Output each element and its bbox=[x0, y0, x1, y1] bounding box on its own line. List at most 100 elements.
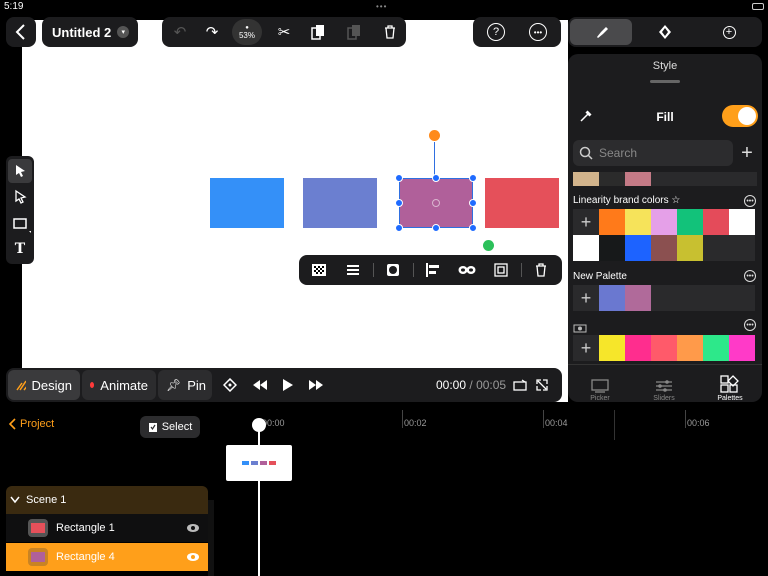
resize-handle-b[interactable] bbox=[432, 224, 440, 232]
design-mode-button[interactable]: Design bbox=[8, 370, 80, 400]
resize-handle-tr[interactable] bbox=[469, 174, 477, 182]
resize-handle-t[interactable] bbox=[432, 174, 440, 182]
layer-row[interactable]: Rectangle 1 bbox=[6, 514, 208, 542]
ff-glyph bbox=[309, 380, 323, 390]
palette-more-icon[interactable]: ••• bbox=[744, 319, 756, 331]
color-swatch[interactable] bbox=[625, 209, 651, 235]
color-swatch[interactable] bbox=[677, 235, 703, 261]
zoom-indicator[interactable]: ● 53% bbox=[232, 19, 262, 45]
tab-palettes[interactable]: Palettes bbox=[698, 368, 762, 402]
eye-icon[interactable] bbox=[186, 523, 200, 533]
rect-shape-3[interactable] bbox=[485, 178, 559, 228]
fast-forward-icon[interactable] bbox=[304, 370, 328, 400]
rewind-icon[interactable] bbox=[248, 370, 272, 400]
rect-shape-2[interactable] bbox=[303, 178, 377, 228]
recent-swatch[interactable] bbox=[625, 172, 651, 186]
color-swatch[interactable] bbox=[625, 235, 651, 261]
tool-rectangle[interactable] bbox=[8, 211, 32, 235]
tool-direct-select[interactable] bbox=[8, 185, 32, 209]
undo-icon[interactable]: ↶ bbox=[166, 17, 194, 47]
trash-icon[interactable] bbox=[376, 17, 404, 47]
align-lines-icon[interactable] bbox=[339, 255, 367, 285]
resize-handle-tl[interactable] bbox=[395, 174, 403, 182]
animate-label: Animate bbox=[100, 377, 148, 393]
text-icon[interactable]: T bbox=[8, 237, 32, 261]
scissors-icon[interactable]: ✂ bbox=[270, 17, 298, 47]
color-swatch[interactable] bbox=[573, 235, 599, 261]
resize-handle-br[interactable] bbox=[469, 224, 477, 232]
delete-shape-icon[interactable] bbox=[527, 255, 555, 285]
mask-glasses-icon[interactable] bbox=[453, 255, 481, 285]
ellipsis-icon[interactable]: ••• bbox=[529, 23, 547, 41]
recent-swatch[interactable] bbox=[599, 172, 625, 186]
color-swatch[interactable] bbox=[599, 335, 625, 361]
multitask-dots[interactable]: ••• bbox=[376, 2, 387, 11]
palette-more-icon[interactable]: ••• bbox=[744, 195, 756, 207]
pin-button[interactable]: 📌︎ Pin bbox=[158, 370, 212, 400]
resize-handle-r[interactable] bbox=[469, 199, 477, 207]
tab-add[interactable]: + bbox=[698, 19, 760, 45]
resize-handle-l[interactable] bbox=[395, 199, 403, 207]
mask-icon[interactable] bbox=[379, 255, 407, 285]
tab-sliders[interactable]: Sliders bbox=[632, 368, 696, 402]
color-swatch[interactable] bbox=[651, 235, 677, 261]
drag-grabber[interactable] bbox=[650, 80, 680, 83]
color-swatch[interactable] bbox=[703, 209, 729, 235]
color-swatch[interactable] bbox=[625, 335, 651, 361]
select-button[interactable]: Select bbox=[140, 416, 200, 438]
color-swatch[interactable] bbox=[677, 209, 703, 235]
add-color-icon[interactable]: + bbox=[736, 140, 758, 166]
design-pen-icon bbox=[16, 380, 26, 391]
tab-animation[interactable] bbox=[634, 19, 696, 45]
paste-icon[interactable] bbox=[340, 17, 368, 47]
keyframe-diamond-icon[interactable] bbox=[218, 370, 242, 400]
canvas[interactable] bbox=[22, 20, 568, 402]
fullscreen-icon[interactable] bbox=[532, 370, 552, 400]
tab-style[interactable] bbox=[570, 19, 632, 45]
color-swatch[interactable] bbox=[729, 209, 755, 235]
color-swatch[interactable] bbox=[625, 285, 651, 311]
align-left-icon[interactable] bbox=[419, 255, 447, 285]
color-swatch[interactable] bbox=[599, 235, 625, 261]
palette-search-field[interactable]: Search bbox=[573, 140, 733, 166]
rotate-handle[interactable] bbox=[429, 130, 440, 141]
time-ruler[interactable]: 00:00 00:02 00:04 00:06 bbox=[214, 410, 768, 440]
app-root: 5:19 ••• Untitled 2 ▾ ↶ ↷ ● 53% ✂ ? ••• … bbox=[0, 0, 768, 576]
redo-icon[interactable]: ↷ bbox=[198, 17, 226, 47]
rect-shape-1[interactable] bbox=[210, 178, 284, 228]
back-button[interactable] bbox=[6, 17, 36, 47]
style-panel: Style Fill Search + Linearity brand colo… bbox=[568, 54, 762, 402]
fill-toggle[interactable] bbox=[722, 105, 758, 127]
tab-picker[interactable]: Picker bbox=[568, 368, 632, 402]
play-icon[interactable] bbox=[276, 370, 300, 400]
color-swatch[interactable] bbox=[703, 335, 729, 361]
crop-icon[interactable] bbox=[487, 255, 515, 285]
color-swatch[interactable] bbox=[677, 335, 703, 361]
tool-select[interactable] bbox=[8, 159, 32, 183]
project-back-button[interactable]: Project bbox=[8, 418, 54, 430]
question-icon[interactable]: ? bbox=[487, 23, 505, 41]
color-swatch[interactable] bbox=[651, 209, 677, 235]
palette-more-icon[interactable]: ••• bbox=[744, 270, 756, 282]
scene-thumbnail[interactable] bbox=[226, 445, 292, 481]
palette-add-color[interactable]: + bbox=[573, 209, 599, 235]
scene-row[interactable]: Scene 1 bbox=[6, 486, 208, 514]
animate-mode-button[interactable]: Animate bbox=[82, 370, 156, 400]
eye-icon[interactable] bbox=[186, 552, 200, 562]
palette-add-color[interactable]: + bbox=[573, 335, 599, 361]
document-title-button[interactable]: Untitled 2 ▾ bbox=[42, 17, 138, 47]
layer-thumb-color bbox=[31, 552, 45, 562]
corner-radius-handle[interactable] bbox=[483, 240, 494, 251]
color-swatch[interactable] bbox=[729, 335, 755, 361]
color-swatch[interactable] bbox=[599, 209, 625, 235]
align-lines-glyph bbox=[347, 265, 359, 275]
color-swatch[interactable] bbox=[599, 285, 625, 311]
recent-swatch[interactable] bbox=[573, 172, 599, 186]
palette-add-color[interactable]: + bbox=[573, 285, 599, 311]
color-swatch[interactable] bbox=[651, 335, 677, 361]
copy-icon[interactable] bbox=[304, 17, 332, 47]
checker-icon[interactable] bbox=[305, 255, 333, 285]
loop-icon[interactable] bbox=[510, 370, 530, 400]
layer-row-active[interactable]: Rectangle 4 bbox=[6, 543, 208, 571]
resize-handle-bl[interactable] bbox=[395, 224, 403, 232]
